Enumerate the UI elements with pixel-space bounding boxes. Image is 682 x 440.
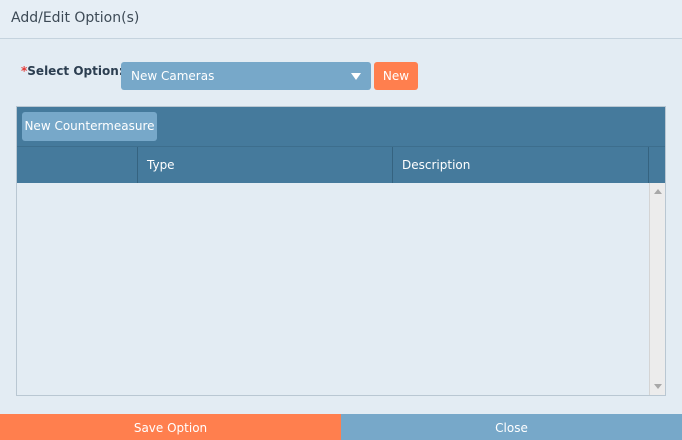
grid-scrollbar[interactable] xyxy=(649,183,665,395)
grid-toolbar: New Countermeasure xyxy=(17,107,665,146)
dialog-header: Add/Edit Option(s) xyxy=(0,0,682,39)
close-button[interactable]: Close xyxy=(341,414,682,440)
dialog-footer: Save Option Close xyxy=(0,414,682,440)
column-header-blank[interactable] xyxy=(17,147,138,183)
grid-body xyxy=(17,183,665,395)
chevron-down-icon xyxy=(351,73,361,80)
select-option-label-text: Select Option: xyxy=(27,64,124,78)
column-header-description[interactable]: Description xyxy=(393,147,649,183)
new-countermeasure-button[interactable]: New Countermeasure xyxy=(22,112,157,141)
select-option-label: *Select Option: xyxy=(21,64,124,78)
grid-header-row: Type Description xyxy=(17,146,665,183)
save-option-button[interactable]: Save Option xyxy=(0,414,341,440)
countermeasure-grid: New Countermeasure Type Description xyxy=(16,106,666,396)
column-header-spacer xyxy=(649,147,665,183)
column-header-type[interactable]: Type xyxy=(138,147,393,183)
select-option-dropdown[interactable]: New Cameras xyxy=(121,62,371,90)
scroll-down-icon[interactable] xyxy=(654,384,662,389)
dialog-title: Add/Edit Option(s) xyxy=(11,10,140,26)
new-option-button[interactable]: New xyxy=(374,62,418,90)
select-option-value: New Cameras xyxy=(131,69,215,83)
scroll-up-icon[interactable] xyxy=(654,189,662,194)
